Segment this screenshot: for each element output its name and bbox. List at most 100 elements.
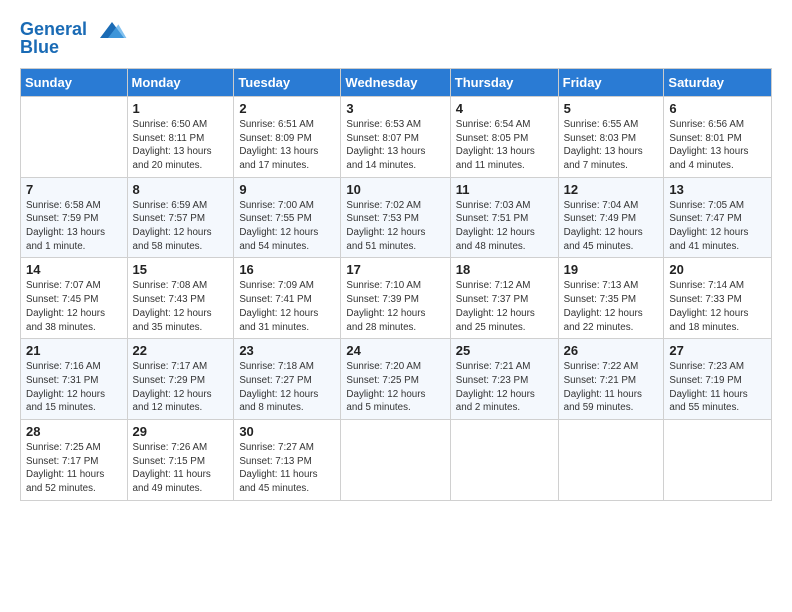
calendar-cell: 10Sunrise: 7:02 AM Sunset: 7:53 PM Dayli… [341,177,450,258]
calendar-cell: 28 Sunrise: 7:25 AM Sunset: 7:17 PM Dayli… [21,420,128,501]
weekday-header-saturday: Saturday [664,68,772,96]
calendar-cell [558,420,664,501]
calendar-cell: 12 Sunrise: 7:04 AM Sunset: 7:49 PM Dayli… [558,177,664,258]
calendar-cell: 20 Sunrise: 7:14 AM Sunset: 7:33 PM Dayli… [664,258,772,339]
day-detail: Sunrise: 7:00 AM Sunset: 7:55 PM Dayligh… [239,199,335,254]
day-number: 11 [456,182,553,197]
logo-icon [94,18,130,42]
calendar-cell: 6 Sunrise: 6:56 AM Sunset: 8:01 PM Daylig… [664,96,772,177]
day-detail: Sunrise: 7:21 AM Sunset: 7:23 PM Dayligh… [456,360,553,415]
header: General Blue [20,18,772,58]
day-number: 12 [564,182,659,197]
calendar-table: SundayMondayTuesdayWednesdayThursdayFrid… [20,68,772,501]
day-number: 13 [669,182,766,197]
calendar-cell: 15Sunrise: 7:08 AM Sunset: 7:43 PM Dayli… [127,258,234,339]
calendar-cell: 30 Sunrise: 7:27 AM Sunset: 7:13 PM Dayli… [234,420,341,501]
calendar-cell: 18Sunrise: 7:12 AM Sunset: 7:37 PM Dayli… [450,258,558,339]
day-number: 25 [456,343,553,358]
day-number: 2 [239,101,335,116]
logo: General Blue [20,18,130,58]
day-detail: Sunrise: 6:54 AM Sunset: 8:05 PM Dayligh… [456,118,553,173]
day-number: 7 [26,182,122,197]
day-number: 29 [133,424,229,439]
calendar-cell: 1 Sunrise: 6:50 AM Sunset: 8:11 PM Daylig… [127,96,234,177]
day-detail: Sunrise: 7:17 AM Sunset: 7:29 PM Dayligh… [133,360,229,415]
day-number: 30 [239,424,335,439]
day-detail: Sunrise: 7:27 AM Sunset: 7:13 PM Dayligh… [239,441,335,496]
calendar-cell [341,420,450,501]
calendar-cell: 8 Sunrise: 6:59 AM Sunset: 7:57 PM Daylig… [127,177,234,258]
page: General Blue SundayMondayTuesdayWednesda… [0,0,792,612]
day-detail: Sunrise: 6:56 AM Sunset: 8:01 PM Dayligh… [669,118,766,173]
calendar-cell: 29Sunrise: 7:26 AM Sunset: 7:15 PM Dayli… [127,420,234,501]
day-detail: Sunrise: 7:02 AM Sunset: 7:53 PM Dayligh… [346,199,444,254]
day-number: 18 [456,262,553,277]
calendar-cell: 9 Sunrise: 7:00 AM Sunset: 7:55 PM Daylig… [234,177,341,258]
day-number: 20 [669,262,766,277]
weekday-header-monday: Monday [127,68,234,96]
calendar-cell [21,96,128,177]
day-detail: Sunrise: 6:50 AM Sunset: 8:11 PM Dayligh… [133,118,229,173]
day-number: 23 [239,343,335,358]
day-detail: Sunrise: 6:58 AM Sunset: 7:59 PM Dayligh… [26,199,122,254]
day-number: 28 [26,424,122,439]
calendar-cell: 27 Sunrise: 7:23 AM Sunset: 7:19 PM Dayli… [664,339,772,420]
calendar-cell: 11 Sunrise: 7:03 AM Sunset: 7:51 PM Dayli… [450,177,558,258]
day-number: 15 [133,262,229,277]
calendar-cell: 24Sunrise: 7:20 AM Sunset: 7:25 PM Dayli… [341,339,450,420]
day-number: 1 [133,101,229,116]
day-detail: Sunrise: 7:09 AM Sunset: 7:41 PM Dayligh… [239,279,335,334]
calendar-cell: 5Sunrise: 6:55 AM Sunset: 8:03 PM Daylig… [558,96,664,177]
day-detail: Sunrise: 7:03 AM Sunset: 7:51 PM Dayligh… [456,199,553,254]
day-detail: Sunrise: 7:25 AM Sunset: 7:17 PM Dayligh… [26,441,122,496]
day-number: 27 [669,343,766,358]
day-number: 9 [239,182,335,197]
calendar-cell: 23 Sunrise: 7:18 AM Sunset: 7:27 PM Dayli… [234,339,341,420]
day-detail: Sunrise: 7:20 AM Sunset: 7:25 PM Dayligh… [346,360,444,415]
day-detail: Sunrise: 7:10 AM Sunset: 7:39 PM Dayligh… [346,279,444,334]
day-detail: Sunrise: 7:04 AM Sunset: 7:49 PM Dayligh… [564,199,659,254]
day-number: 4 [456,101,553,116]
day-number: 26 [564,343,659,358]
calendar-cell: 13 Sunrise: 7:05 AM Sunset: 7:47 PM Dayli… [664,177,772,258]
day-detail: Sunrise: 7:23 AM Sunset: 7:19 PM Dayligh… [669,360,766,415]
day-number: 21 [26,343,122,358]
calendar-cell: 4 Sunrise: 6:54 AM Sunset: 8:05 PM Daylig… [450,96,558,177]
day-detail: Sunrise: 6:51 AM Sunset: 8:09 PM Dayligh… [239,118,335,173]
day-number: 22 [133,343,229,358]
day-number: 3 [346,101,444,116]
day-detail: Sunrise: 7:07 AM Sunset: 7:45 PM Dayligh… [26,279,122,334]
day-detail: Sunrise: 7:13 AM Sunset: 7:35 PM Dayligh… [564,279,659,334]
calendar-cell: 14 Sunrise: 7:07 AM Sunset: 7:45 PM Dayli… [21,258,128,339]
day-detail: Sunrise: 6:53 AM Sunset: 8:07 PM Dayligh… [346,118,444,173]
calendar-week-5: 28 Sunrise: 7:25 AM Sunset: 7:17 PM Dayli… [21,420,772,501]
calendar-week-1: 1 Sunrise: 6:50 AM Sunset: 8:11 PM Daylig… [21,96,772,177]
day-detail: Sunrise: 7:16 AM Sunset: 7:31 PM Dayligh… [26,360,122,415]
day-number: 6 [669,101,766,116]
day-detail: Sunrise: 6:59 AM Sunset: 7:57 PM Dayligh… [133,199,229,254]
calendar-cell: 25 Sunrise: 7:21 AM Sunset: 7:23 PM Dayli… [450,339,558,420]
day-detail: Sunrise: 7:18 AM Sunset: 7:27 PM Dayligh… [239,360,335,415]
day-detail: Sunrise: 7:14 AM Sunset: 7:33 PM Dayligh… [669,279,766,334]
calendar-cell: 2 Sunrise: 6:51 AM Sunset: 8:09 PM Daylig… [234,96,341,177]
calendar-cell: 16 Sunrise: 7:09 AM Sunset: 7:41 PM Dayli… [234,258,341,339]
calendar-week-4: 21 Sunrise: 7:16 AM Sunset: 7:31 PM Dayli… [21,339,772,420]
day-detail: Sunrise: 7:22 AM Sunset: 7:21 PM Dayligh… [564,360,659,415]
calendar-cell: 21 Sunrise: 7:16 AM Sunset: 7:31 PM Dayli… [21,339,128,420]
day-number: 8 [133,182,229,197]
day-detail: Sunrise: 7:05 AM Sunset: 7:47 PM Dayligh… [669,199,766,254]
day-number: 17 [346,262,444,277]
weekday-header-friday: Friday [558,68,664,96]
day-detail: Sunrise: 6:55 AM Sunset: 8:03 PM Dayligh… [564,118,659,173]
weekday-header-wednesday: Wednesday [341,68,450,96]
calendar-week-2: 7 Sunrise: 6:58 AM Sunset: 7:59 PM Daylig… [21,177,772,258]
calendar-cell: 22 Sunrise: 7:17 AM Sunset: 7:29 PM Dayli… [127,339,234,420]
day-number: 14 [26,262,122,277]
day-number: 19 [564,262,659,277]
day-number: 16 [239,262,335,277]
calendar-header-row: SundayMondayTuesdayWednesdayThursdayFrid… [21,68,772,96]
calendar-cell: 7 Sunrise: 6:58 AM Sunset: 7:59 PM Daylig… [21,177,128,258]
weekday-header-tuesday: Tuesday [234,68,341,96]
calendar-week-3: 14 Sunrise: 7:07 AM Sunset: 7:45 PM Dayli… [21,258,772,339]
calendar-cell [664,420,772,501]
